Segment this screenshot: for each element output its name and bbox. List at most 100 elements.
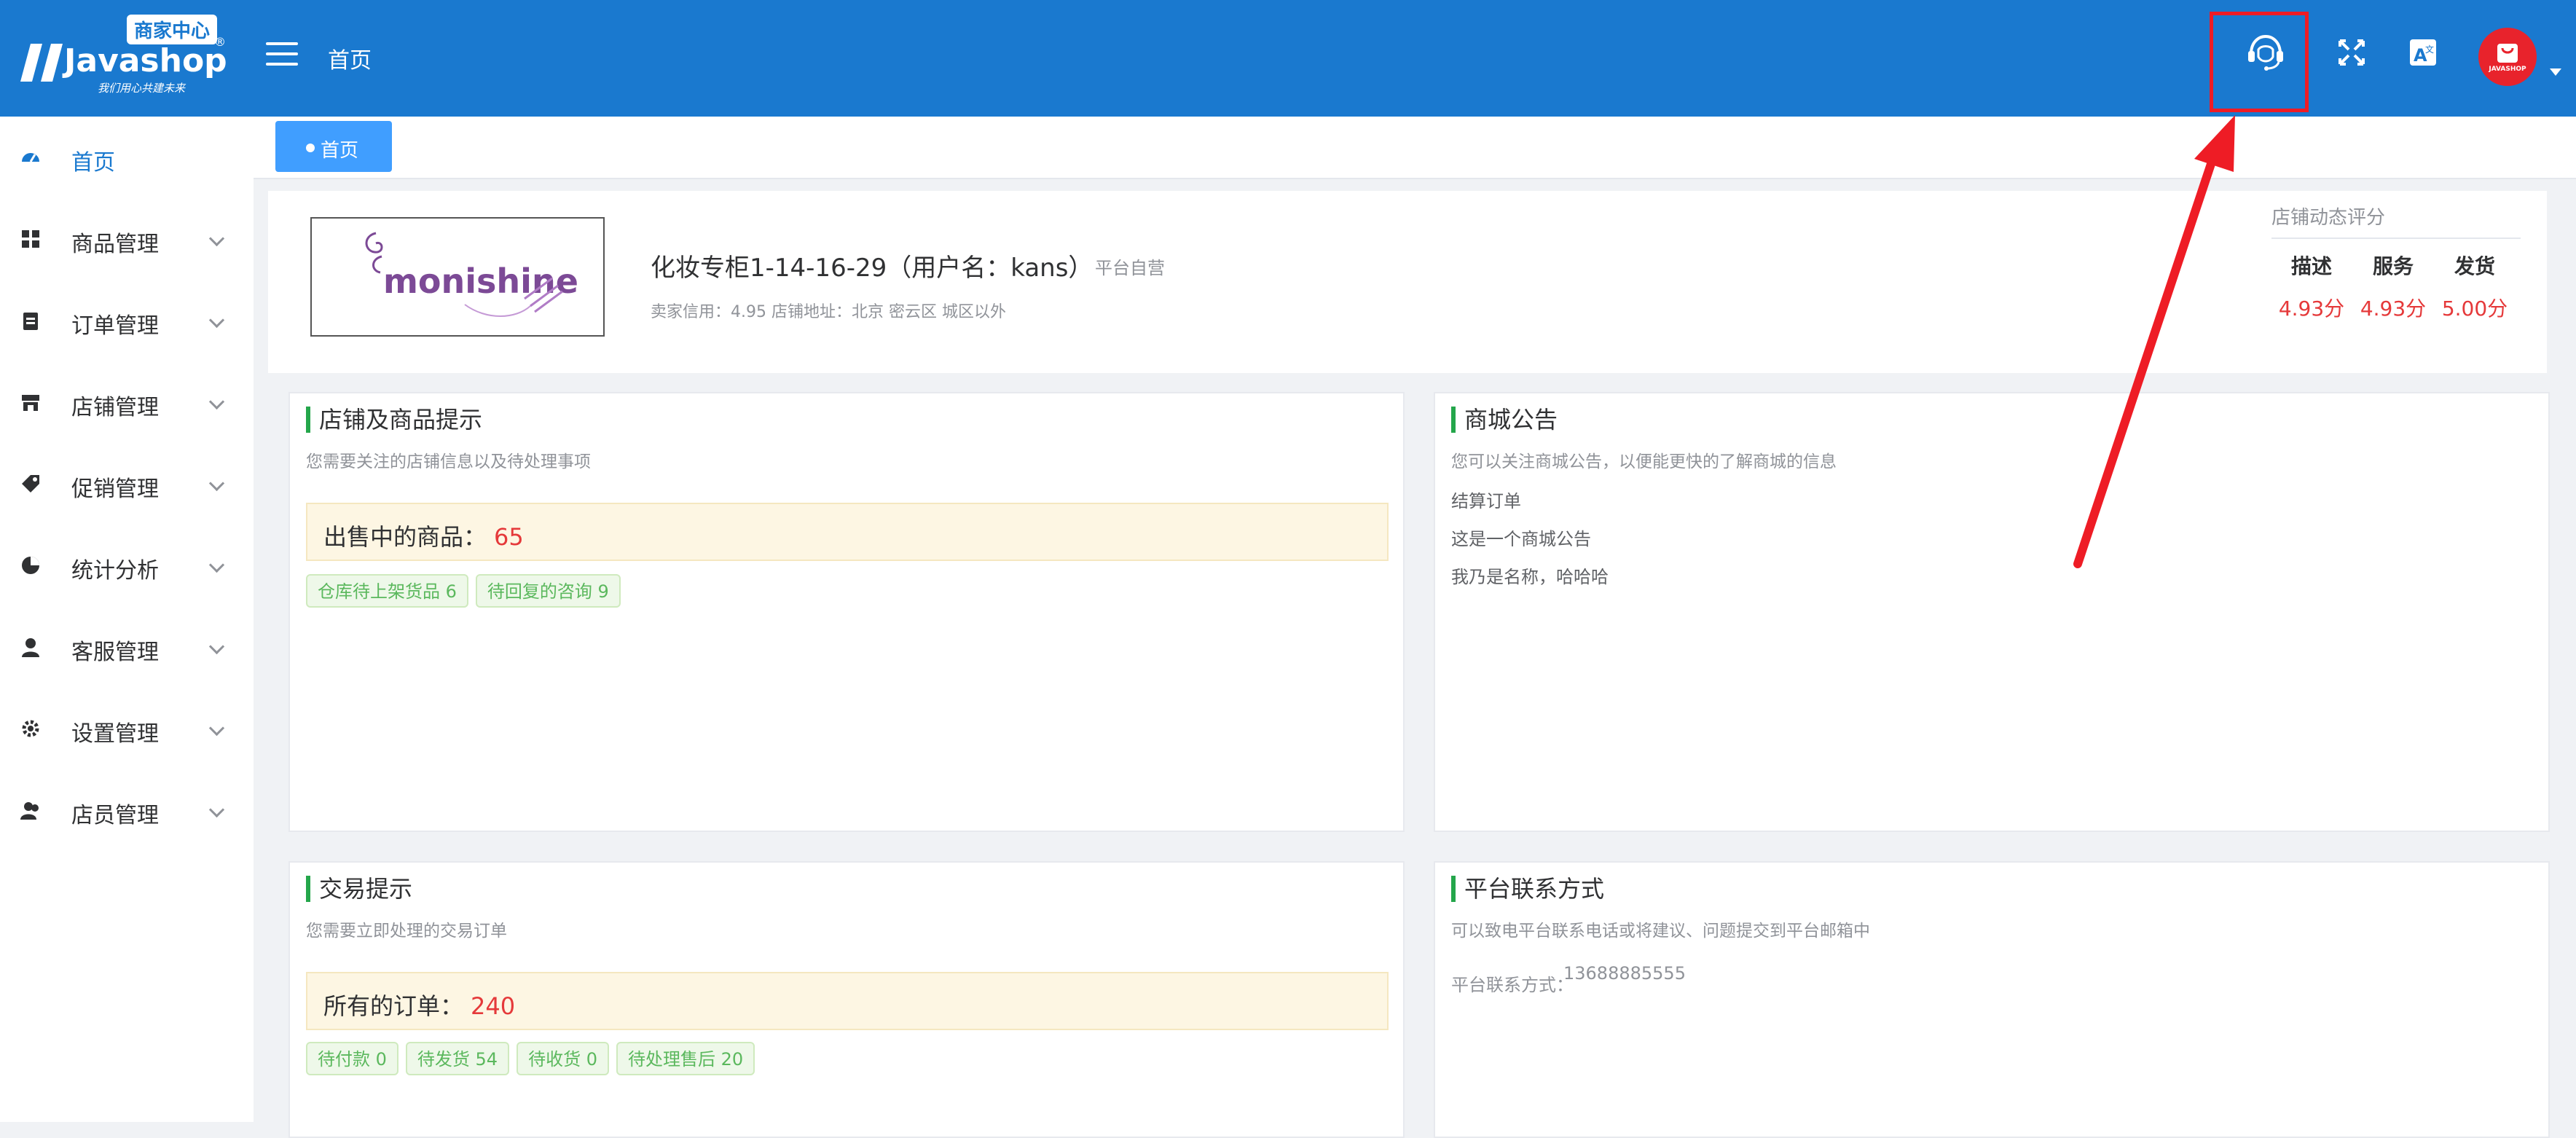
panel-subtitle: 您需要关注的店铺信息以及待处理事项	[306, 452, 591, 471]
chevron-down-icon	[208, 557, 225, 573]
pending-payment-tag[interactable]: 待付款 0	[306, 1042, 398, 1075]
warehouse-pending-tag[interactable]: 仓库待上架货品 6	[306, 574, 468, 608]
store-name: 化妆专柜1-14-16-29（用户名：kans）	[651, 254, 1093, 283]
sidebar-item-orders[interactable]: 订单管理	[0, 280, 254, 361]
gear-icon	[22, 720, 39, 737]
rating-title: 店铺动态评分	[2271, 207, 2386, 229]
panel-title: 交易提示	[306, 876, 412, 902]
stat-value[interactable]: 65	[494, 523, 524, 551]
header-breadcrumb: 首页	[328, 48, 372, 74]
pending-consult-tag[interactable]: 待回复的咨询 9	[475, 574, 621, 608]
chevron-down-icon	[208, 720, 225, 737]
rating-value: 5.00分	[2441, 297, 2508, 321]
rating-value: 4.93分	[2278, 297, 2345, 321]
order-tags: 待付款 0 待发货 54 待收货 0 待处理售后 20	[306, 1042, 755, 1075]
avatar-label: JAVASHOP	[2489, 66, 2526, 73]
svg-text:文: 文	[2425, 44, 2434, 55]
sidebar-item-customer-service[interactable]: 客服管理	[0, 606, 254, 688]
store-info-card: monishine 化妆专柜1-14-16-29（用户名：kans） 平台自营 …	[268, 191, 2547, 373]
sidebar-item-label: 店铺管理	[71, 395, 159, 420]
sidebar-item-label: 店员管理	[71, 803, 159, 828]
store-logo-image: monishine	[365, 232, 578, 317]
contact-phone: 13688885555	[1563, 963, 1686, 984]
sidebar-item-label: 设置管理	[71, 721, 159, 747]
javashop-logo[interactable]: 商家中心 Javashop ® 我们用心共建未来	[17, 15, 229, 95]
platform-contact-panel: 平台联系方式 可以致电平台联系电话或将建议、问题提交到平台邮箱中 平台联系方式：…	[1434, 861, 2550, 1138]
panel-subtitle: 您需要立即处理的交易订单	[306, 922, 507, 941]
panel-subtitle: 您可以关注商城公告，以便能更快的了解商城的信息	[1451, 452, 1837, 471]
pending-aftersale-tag[interactable]: 待处理售后 20	[616, 1042, 755, 1075]
sidebar-item-promotion[interactable]: 促销管理	[0, 443, 254, 525]
chevron-down-icon	[208, 230, 225, 247]
active-dot-icon	[306, 144, 315, 152]
tag-icon	[22, 475, 39, 493]
panel-title: 平台联系方式	[1451, 876, 1604, 902]
chevron-down-icon	[208, 475, 225, 492]
sidebar-item-label: 统计分析	[71, 558, 159, 584]
contact-label: 平台联系方式：	[1451, 975, 1574, 995]
sidebar-item-goods[interactable]: 商品管理	[0, 198, 254, 280]
sidebar-item-label: 首页	[71, 150, 115, 176]
panel-title: 商城公告	[1451, 407, 1558, 433]
pie-chart-icon	[22, 557, 39, 574]
chevron-down-icon	[208, 638, 225, 655]
notice-item[interactable]: 结算订单	[1451, 487, 1521, 512]
user-dropdown-caret-icon[interactable]	[2550, 68, 2561, 76]
sidebar-item-staff[interactable]: 店员管理	[0, 769, 254, 851]
panel-title: 店铺及商品提示	[306, 407, 482, 433]
store-meta: 卖家信用：4.95 店铺地址：北京 密云区 城区以外	[651, 303, 1006, 321]
pending-receipt-tag[interactable]: 待收货 0	[517, 1042, 609, 1075]
dashboard-icon	[22, 153, 39, 162]
pending-shipment-tag[interactable]: 待发货 54	[405, 1042, 510, 1075]
clipboard-icon	[23, 313, 38, 330]
stat-label: 出售中的商品： 65	[323, 519, 524, 552]
rating-service: 服务 4.93分	[2353, 251, 2433, 322]
rating-value: 4.93分	[2360, 297, 2427, 321]
avatar[interactable]: JAVASHOP	[2478, 28, 2537, 86]
notice-item[interactable]: 这是一个商城公告	[1451, 525, 1591, 550]
store-icon	[22, 395, 39, 411]
tab-label: 首页	[321, 140, 359, 162]
grid-icon	[22, 230, 39, 248]
hamburger-menu-icon[interactable]	[266, 42, 298, 68]
sidebar: 首页 商品管理 订单管理 店铺管理 促销管理 统计分析 客服管理 设置管理 店员…	[0, 117, 254, 1122]
notice-item[interactable]: 我乃是名称，哈哈哈	[1451, 562, 1609, 588]
sidebar-item-statistics[interactable]: 统计分析	[0, 525, 254, 606]
rating-shipping: 发货 5.00分	[2435, 251, 2515, 322]
rating-label: 服务	[2372, 254, 2414, 278]
merchant-center-badge: 商家中心	[127, 15, 218, 44]
sidebar-item-label: 促销管理	[71, 476, 159, 502]
store-goods-panel: 店铺及商品提示 您需要关注的店铺信息以及待处理事项 出售中的商品： 65 仓库待上…	[288, 392, 1405, 832]
sidebar-item-store[interactable]: 店铺管理	[0, 361, 254, 443]
trade-tips-panel: 交易提示 您需要立即处理的交易订单 所有的订单： 240 待付款 0 待发货 54…	[288, 861, 1405, 1138]
stat-label-text: 所有的订单：	[323, 992, 464, 1020]
user-icon	[22, 638, 39, 657]
rating-description: 描述 4.93分	[2271, 251, 2352, 322]
tab-bar: 首页	[254, 117, 2576, 179]
rating-label: 描述	[2290, 254, 2332, 278]
fullscreen-icon[interactable]	[2330, 31, 2373, 74]
goods-on-sale-stat: 出售中的商品： 65	[306, 503, 1389, 561]
logo-registered-mark: ®	[214, 35, 226, 49]
translate-icon[interactable]: A 文	[2401, 31, 2445, 74]
sidebar-item-label: 商品管理	[71, 232, 159, 257]
self-run-badge: 平台自营	[1095, 258, 1165, 278]
logo-text: Javashop	[64, 42, 227, 79]
logo-slogan: 我们用心共建未来	[98, 82, 186, 95]
goods-tags: 仓库待上架货品 6 待回复的咨询 9	[306, 574, 621, 608]
panel-subtitle: 可以致电平台联系电话或将建议、问题提交到平台邮箱中	[1451, 922, 1870, 941]
stat-label-text: 出售中的商品：	[323, 523, 487, 551]
customer-service-icon[interactable]	[2244, 31, 2288, 74]
stat-label: 所有的订单： 240	[323, 988, 515, 1021]
sidebar-item-home[interactable]: 首页	[0, 117, 254, 198]
rating-label: 发货	[2454, 254, 2495, 278]
chevron-down-icon	[208, 801, 225, 818]
store-logo[interactable]: monishine	[310, 217, 605, 337]
sidebar-item-settings[interactable]: 设置管理	[0, 688, 254, 769]
chevron-down-icon	[208, 312, 225, 329]
sidebar-item-label: 订单管理	[71, 313, 159, 339]
team-icon	[20, 802, 39, 820]
stat-value[interactable]: 240	[471, 992, 515, 1020]
tab-home[interactable]: 首页	[275, 121, 392, 172]
rating-divider	[2271, 238, 2521, 239]
